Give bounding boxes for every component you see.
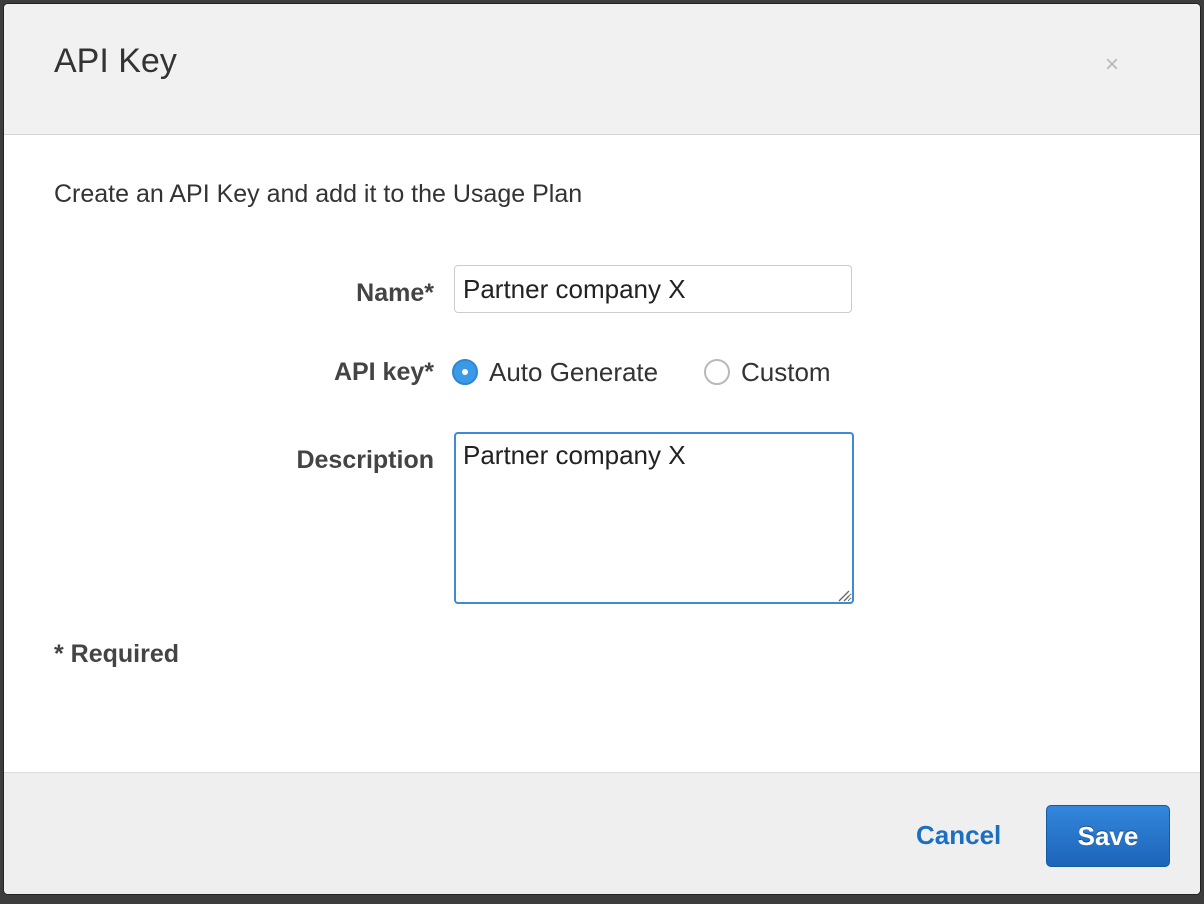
auto-generate-label: Auto Generate <box>489 356 659 387</box>
name-input[interactable] <box>454 265 852 313</box>
description-textarea[interactable]: Partner company X <box>454 432 854 604</box>
dialog-header: API Key × <box>4 4 1200 135</box>
auto-generate-radio[interactable]: Auto Generate <box>452 352 682 392</box>
save-button[interactable]: Save <box>1046 805 1170 867</box>
custom-radio[interactable]: Custom <box>704 352 844 392</box>
description-label: Description <box>296 446 434 474</box>
api-key-dialog: API Key × Create an API Key and add it t… <box>4 4 1200 894</box>
dialog-footer: Cancel Save <box>4 772 1200 894</box>
required-note: * Required <box>54 640 180 668</box>
close-icon[interactable]: × <box>1100 50 1124 80</box>
name-label: Name* <box>356 279 434 307</box>
dialog-title: API Key <box>54 42 177 80</box>
radio-checked-icon[interactable] <box>452 359 478 385</box>
custom-label: Custom <box>741 356 831 387</box>
cancel-button[interactable]: Cancel <box>916 820 1001 851</box>
api-key-label: API key* <box>333 358 434 386</box>
dialog-intro-text: Create an API Key and add it to the Usag… <box>54 180 583 208</box>
radio-unchecked-icon[interactable] <box>704 359 730 385</box>
resize-grip-icon[interactable] <box>836 588 850 602</box>
